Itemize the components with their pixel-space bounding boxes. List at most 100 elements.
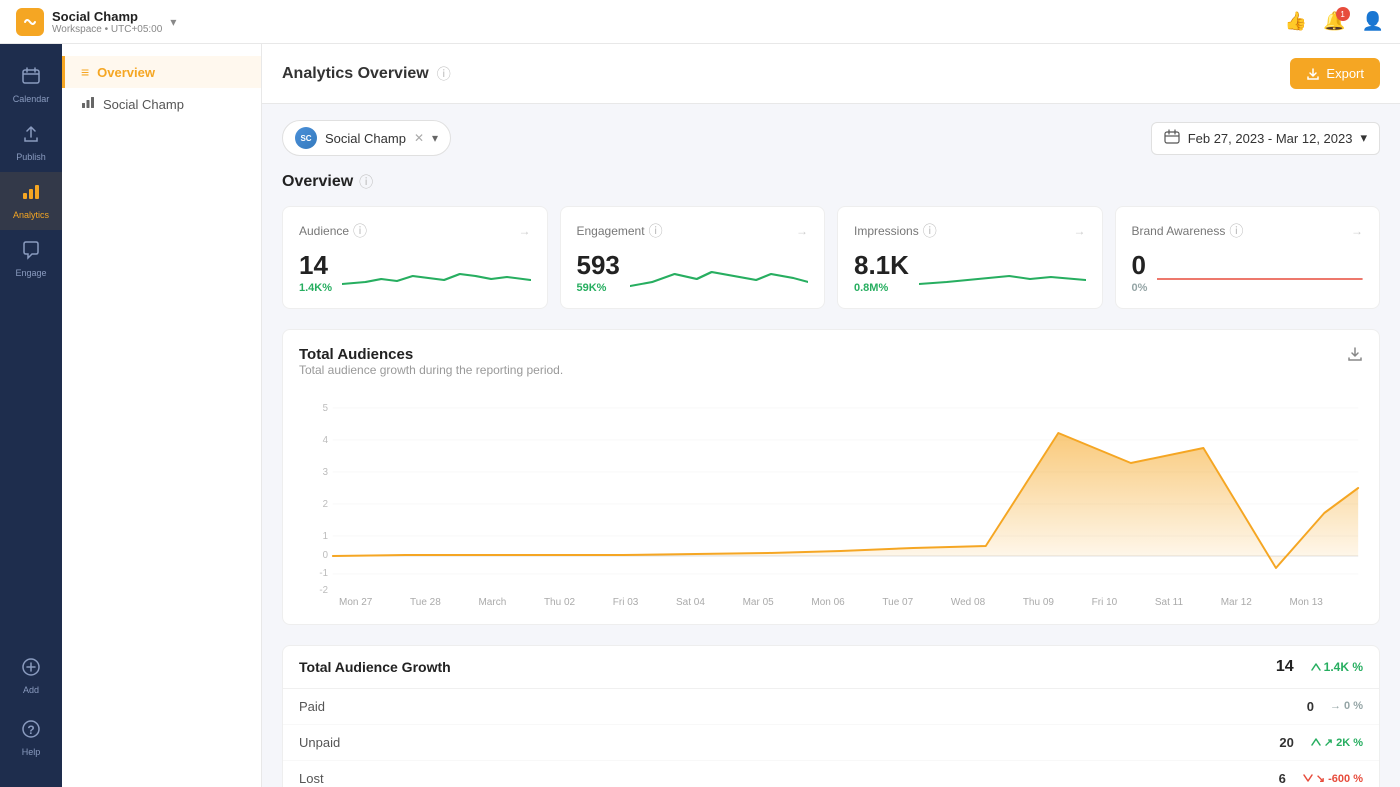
left-panel-social-champ-label: Social Champ [103, 97, 184, 112]
x-label-0: Mon 27 [339, 597, 372, 608]
growth-table-row-unpaid: Unpaid 20 ↗ 2K % [283, 725, 1379, 761]
notification-badge: 1 [1336, 7, 1350, 21]
x-label-5: Sat 04 [676, 597, 705, 608]
social-champ-nav-icon [81, 96, 95, 113]
sidebar-item-add[interactable]: Add [21, 647, 41, 705]
impressions-sparkline [919, 254, 1086, 294]
user-avatar-icon[interactable]: 👤 [1362, 11, 1384, 32]
x-label-12: Sat 11 [1155, 597, 1183, 608]
audience-arrow-icon[interactable]: → [519, 224, 531, 238]
x-label-11: Fri 10 [1092, 597, 1118, 608]
audience-info-icon[interactable]: ⓘ [353, 221, 367, 241]
help-icon: ? [21, 719, 41, 744]
lost-label: Lost [299, 771, 324, 786]
x-label-6: Mar 05 [743, 597, 774, 608]
growth-main-percent: 1.4K % [1310, 660, 1363, 674]
account-selector[interactable]: SC Social Champ ✕ ▾ [282, 120, 451, 156]
svg-text:?: ? [27, 723, 34, 737]
audience-card-header: Audience ⓘ → [299, 221, 531, 241]
brand-awareness-sparkline [1157, 254, 1363, 294]
x-label-13: Mar 12 [1221, 597, 1252, 608]
x-label-10: Thu 09 [1023, 597, 1054, 608]
paid-label: Paid [299, 699, 325, 714]
left-panel-overview[interactable]: ≡ Overview [62, 56, 261, 88]
metric-card-engagement: Engagement ⓘ → 593 59K% [560, 206, 826, 309]
app-logo [16, 8, 44, 36]
paid-value: 0 [1307, 699, 1314, 714]
sidebar-item-analytics[interactable]: Analytics [0, 172, 62, 230]
impressions-arrow-icon[interactable]: → [1074, 224, 1086, 238]
metric-cards: Audience ⓘ → 14 1.4K% [282, 206, 1380, 309]
account-close-icon[interactable]: ✕ [414, 131, 424, 145]
growth-table-title: Total Audience Growth [299, 659, 451, 675]
engagement-arrow-icon[interactable]: → [796, 224, 808, 238]
impressions-title: Impressions ⓘ [854, 221, 937, 241]
top-bar-right: 👍 🔔 1 👤 [1285, 11, 1384, 32]
sidebar-item-publish[interactable]: Publish [0, 114, 62, 172]
sidebar-calendar-label: Calendar [13, 94, 50, 104]
workspace-chevron[interactable]: ▾ [170, 15, 176, 29]
sidebar-item-help[interactable]: ? Help [21, 709, 41, 767]
feedback-icon[interactable]: 👍 [1285, 11, 1307, 32]
svg-text:-2: -2 [319, 584, 328, 592]
notification-bell[interactable]: 🔔 1 [1323, 11, 1345, 32]
paid-values: 0 → 0 % [1307, 699, 1363, 714]
left-panel: ≡ Overview Social Champ [62, 44, 262, 787]
filter-row: SC Social Champ ✕ ▾ Feb 27, 2023 - [282, 120, 1380, 156]
brand-awareness-info-icon[interactable]: ⓘ [1229, 221, 1243, 241]
engagement-values: 593 59K% [577, 251, 620, 294]
sidebar-add-label: Add [23, 685, 39, 695]
left-panel-social-champ[interactable]: Social Champ [62, 88, 261, 121]
overview-section: Overview ⓘ Audience ⓘ → [282, 172, 1380, 309]
chart-download-icon[interactable] [1347, 346, 1363, 367]
sidebar-bottom: Add ? Help [21, 647, 41, 775]
export-label: Export [1326, 66, 1364, 81]
engagement-value: 593 [577, 251, 620, 280]
account-chevron-icon[interactable]: ▾ [432, 131, 438, 145]
sidebar-help-label: Help [22, 747, 41, 757]
chart-title-group: Total Audiences Total audience growth du… [299, 346, 563, 389]
brand-awareness-arrow-icon[interactable]: → [1351, 224, 1363, 238]
lost-value: 6 [1279, 771, 1286, 786]
chart-subtitle: Total audience growth during the reporti… [299, 363, 563, 377]
date-selector[interactable]: Feb 27, 2023 - Mar 12, 2023 ▾ [1151, 122, 1380, 155]
workspace-label: Workspace • UTC+05:00 [52, 24, 162, 35]
growth-table-header: Total Audience Growth 14 1.4K % [283, 646, 1379, 689]
brand-awareness-change: 0% [1132, 282, 1148, 294]
sidebar-item-engage[interactable]: Engage [0, 230, 62, 288]
calendar-date-icon [1164, 129, 1180, 148]
metric-card-impressions: Impressions ⓘ → 8.1K 0.8M% [837, 206, 1103, 309]
engagement-card-body: 593 59K% [577, 251, 809, 294]
growth-table-summary: 14 1.4K % [1276, 658, 1363, 676]
sidebar-publish-label: Publish [16, 152, 46, 162]
impressions-info-icon[interactable]: ⓘ [923, 221, 937, 241]
audience-card-body: 14 1.4K% [299, 251, 531, 294]
date-chevron-icon[interactable]: ▾ [1360, 130, 1367, 146]
analytics-info-icon[interactable]: ⓘ [437, 64, 451, 84]
unpaid-value: 20 [1279, 735, 1293, 750]
analytics-header: Analytics Overview ⓘ Export [262, 44, 1400, 104]
sidebar-analytics-label: Analytics [13, 210, 49, 220]
svg-text:0: 0 [323, 549, 329, 560]
export-button[interactable]: Export [1290, 58, 1380, 89]
impressions-values: 8.1K 0.8M% [854, 251, 909, 294]
brand-awareness-title: Brand Awareness ⓘ [1132, 221, 1244, 241]
lost-values: 6 ↘ -600 % [1279, 771, 1363, 786]
engagement-info-icon[interactable]: ⓘ [649, 221, 663, 241]
main-layout: Calendar Publish Analytics [0, 44, 1400, 787]
engagement-card-header: Engagement ⓘ → [577, 221, 809, 241]
brand-awareness-card-body: 0 0% [1132, 251, 1364, 294]
sidebar-item-calendar[interactable]: Calendar [0, 56, 62, 114]
content-area: Analytics Overview ⓘ Export SC Social Ch… [262, 44, 1400, 787]
audience-values: 14 1.4K% [299, 251, 332, 294]
lost-percent: ↘ -600 % [1302, 772, 1363, 785]
analytics-title-row: Analytics Overview ⓘ [282, 64, 451, 84]
add-icon [21, 657, 41, 682]
engage-icon [21, 240, 41, 265]
unpaid-percent: ↗ 2K % [1310, 736, 1363, 749]
chart-title: Total Audiences [299, 346, 563, 363]
x-label-3: Thu 02 [544, 597, 575, 608]
x-label-9: Wed 08 [951, 597, 985, 608]
engagement-change: 59K% [577, 282, 620, 294]
overview-info-icon[interactable]: ⓘ [359, 172, 373, 192]
